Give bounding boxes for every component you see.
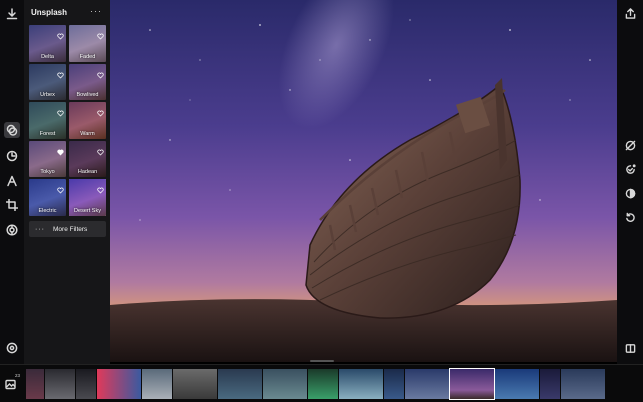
filter-label: Desert Sky <box>74 207 101 214</box>
split-view-icon[interactable] <box>623 341 637 355</box>
photo-canvas[interactable] <box>110 0 617 362</box>
mask-icon[interactable] <box>623 186 637 200</box>
filter-label: Faded <box>79 53 96 60</box>
heart-icon[interactable] <box>57 27 64 40</box>
filmstrip-thumb[interactable] <box>218 369 262 399</box>
filter-desert-sky[interactable]: Desert Sky <box>69 179 106 216</box>
heart-filled-icon[interactable] <box>57 143 64 155</box>
more-filters-button[interactable]: ··· More Filters <box>29 221 106 237</box>
filter-panel: Unsplash ··· Delta Faded Urbex Bowlived … <box>24 0 110 364</box>
filter-tokyo[interactable]: Tokyo <box>29 140 66 177</box>
more-dots-icon: ··· <box>35 225 45 233</box>
filmstrip-thumb[interactable] <box>495 369 539 399</box>
auto-enhance-icon[interactable] <box>623 162 637 176</box>
boat-photo <box>110 0 617 362</box>
adjust-icon[interactable] <box>4 148 20 164</box>
heart-icon[interactable] <box>97 181 104 194</box>
filter-electric[interactable]: Electric <box>29 179 66 216</box>
filters-icon[interactable] <box>4 122 20 138</box>
filmstrip-thumb[interactable] <box>142 369 172 399</box>
crop-icon[interactable] <box>4 197 20 213</box>
filmstrip-thumb-selected[interactable] <box>449 368 495 400</box>
more-options-icon[interactable]: ··· <box>90 6 102 16</box>
filter-label: Bowlived <box>76 92 99 98</box>
filmstrip-thumb[interactable] <box>308 369 338 399</box>
filmstrip-handle[interactable] <box>310 360 334 362</box>
heart-icon[interactable] <box>57 181 64 194</box>
filter-label: Tokyo <box>40 169 55 175</box>
no-filter-icon[interactable] <box>623 138 637 152</box>
heart-icon[interactable] <box>57 66 64 78</box>
filter-label: Delta <box>41 53 54 60</box>
filmstrip-thumb[interactable] <box>540 369 560 399</box>
more-filters-label: More Filters <box>53 225 88 233</box>
filmstrip-thumb[interactable] <box>26 369 44 399</box>
undo-icon[interactable] <box>623 210 637 224</box>
filter-grid: Delta Faded Urbex Bowlived Forest Warm T… <box>29 25 106 216</box>
sticker-icon[interactable] <box>4 222 20 238</box>
filter-label: Warm <box>80 130 95 137</box>
left-toolbar <box>0 0 24 364</box>
filter-label: Hadean <box>77 169 98 175</box>
filmstrip-thumb[interactable] <box>339 369 383 399</box>
filmstrip-thumbnails <box>26 368 605 400</box>
heart-icon[interactable] <box>97 66 104 78</box>
filter-label: Urbex <box>40 92 55 98</box>
filter-warm[interactable]: Warm <box>69 102 106 139</box>
filter-faded[interactable]: Faded <box>69 25 106 62</box>
heart-icon[interactable] <box>57 104 64 117</box>
filter-urbex[interactable]: Urbex <box>29 63 66 100</box>
filter-forest[interactable]: Forest <box>29 102 66 139</box>
filmstrip-thumb[interactable] <box>173 369 217 399</box>
filmstrip-thumb[interactable] <box>561 369 605 399</box>
filmstrip-thumb[interactable] <box>76 369 96 399</box>
heart-icon[interactable] <box>97 143 104 155</box>
share-icon[interactable] <box>623 6 637 20</box>
export-icon[interactable] <box>4 6 20 22</box>
heart-icon[interactable] <box>97 27 104 40</box>
filmstrip-thumb[interactable] <box>405 369 449 399</box>
filter-bowlived[interactable]: Bowlived <box>69 63 106 100</box>
filmstrip-thumb[interactable] <box>45 369 75 399</box>
text-icon[interactable] <box>4 173 20 189</box>
filter-hadean[interactable]: Hadean <box>69 140 106 177</box>
filter-delta[interactable]: Delta <box>29 25 66 62</box>
settings-icon[interactable] <box>4 340 20 356</box>
right-toolbar <box>617 0 643 364</box>
filter-label: Forest <box>39 130 56 137</box>
heart-icon[interactable] <box>97 104 104 117</box>
filmstrip-thumb[interactable] <box>263 369 307 399</box>
panel-title: Unsplash <box>31 8 68 17</box>
filter-label: Electric <box>38 207 57 214</box>
filmstrip: 23 <box>0 364 643 402</box>
photo-count: 23 <box>15 373 21 378</box>
filmstrip-thumb[interactable] <box>97 369 141 399</box>
photos-icon[interactable] <box>5 377 19 391</box>
filmstrip-thumb[interactable] <box>384 369 404 399</box>
